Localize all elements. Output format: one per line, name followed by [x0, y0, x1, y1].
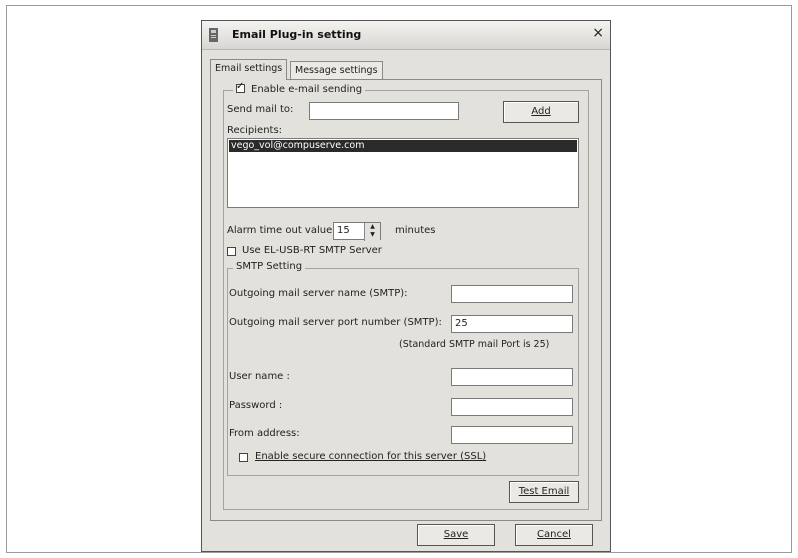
tab-message-settings[interactable]: Message settings [290, 61, 383, 79]
user-name-label: User name : [229, 371, 290, 382]
use-server-label: Use EL-USB-RT SMTP Server [242, 245, 382, 256]
alarm-spinner[interactable]: ▲ ▼ [364, 223, 380, 241]
send-to-label: Send mail to: [227, 104, 294, 115]
email-settings-panel: Enable e-mail sending Send mail to: Add … [210, 79, 602, 521]
test-email-label: Test Email [518, 486, 570, 497]
enable-email-legend: Enable e-mail sending [233, 81, 366, 95]
tab-email-settings[interactable]: Email settings [210, 59, 288, 80]
alarm-units: minutes [395, 225, 436, 236]
title-bar[interactable]: Email Plug-in setting × [202, 21, 610, 50]
user-name-input[interactable] [451, 368, 573, 386]
app-icon [209, 28, 218, 42]
alarm-value: 15 [337, 225, 350, 236]
server-name-label: Outgoing mail server name (SMTP): [229, 288, 408, 299]
enable-email-checkbox[interactable] [236, 81, 245, 93]
recipient-item[interactable]: vego_vol@compuserve.com [229, 140, 577, 152]
spin-down-icon[interactable]: ▼ [365, 231, 380, 239]
alarm-value-input[interactable]: 15 ▲ ▼ [333, 222, 381, 241]
add-button-label: Add [531, 106, 551, 117]
ssl-checkbox[interactable] [239, 453, 248, 462]
password-input[interactable] [451, 398, 573, 416]
email-plugin-dialog: Email Plug-in setting × Email settings M… [201, 20, 611, 552]
ssl-label: Enable secure connection for this server… [255, 451, 487, 462]
from-address-input[interactable] [451, 426, 573, 444]
smtp-legend: SMTP Setting [233, 261, 306, 272]
port-label: Outgoing mail server port number (SMTP): [229, 317, 442, 328]
save-button-label: Save [443, 529, 469, 540]
port-input[interactable]: 25 [451, 315, 573, 333]
save-button[interactable]: Save [417, 524, 495, 546]
add-button[interactable]: Add [503, 101, 579, 123]
recipients-label: Recipients: [227, 125, 283, 136]
enable-email-label: Enable e-mail sending [251, 84, 363, 95]
server-name-input[interactable] [451, 285, 573, 303]
port-hint: (Standard SMTP mail Port is 25) [399, 339, 550, 350]
alarm-label: Alarm time out value [227, 225, 333, 236]
close-icon[interactable]: × [592, 25, 604, 41]
spin-up-icon[interactable]: ▲ [365, 223, 380, 231]
window-title: Email Plug-in setting [232, 28, 362, 41]
from-address-label: From address: [229, 428, 300, 439]
cancel-button-label: Cancel [537, 529, 571, 540]
send-to-input[interactable] [309, 102, 459, 120]
cancel-button[interactable]: Cancel [515, 524, 593, 546]
password-label: Password : [229, 400, 283, 411]
use-server-checkbox[interactable] [227, 247, 236, 256]
recipients-list[interactable]: vego_vol@compuserve.com [227, 138, 579, 208]
test-email-button[interactable]: Test Email [509, 481, 579, 503]
